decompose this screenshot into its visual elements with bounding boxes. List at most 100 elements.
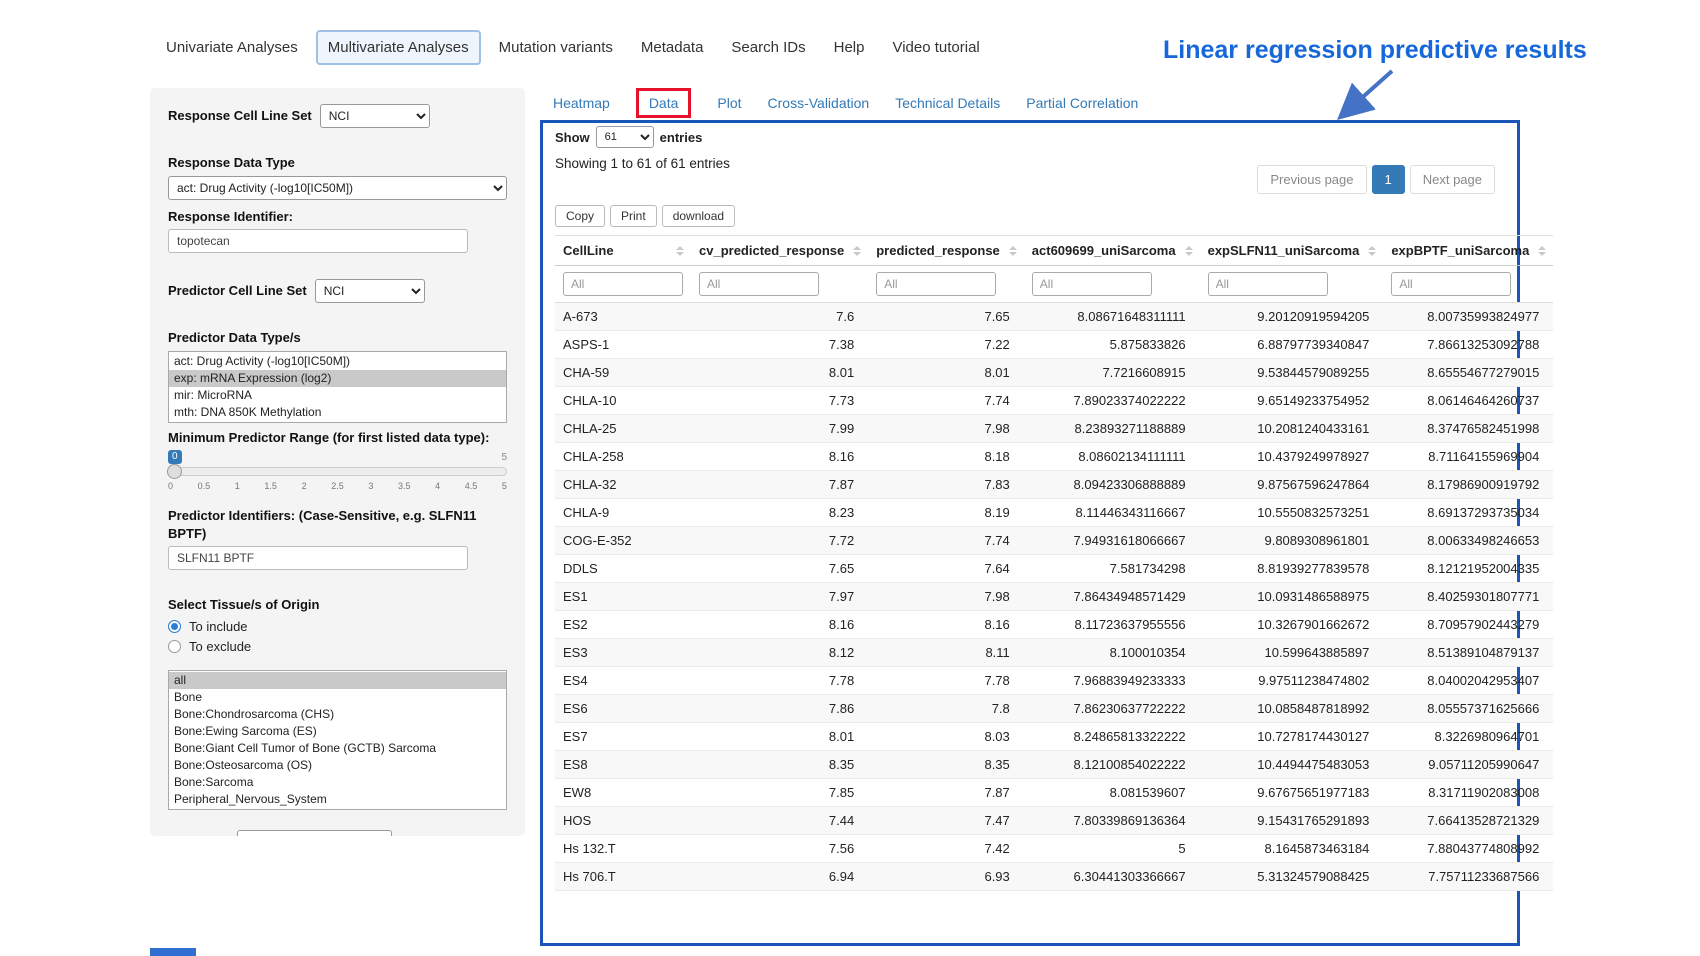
table-cell: 8.16 [868,611,1024,639]
column-header-cellline[interactable]: CellLine [555,236,691,266]
tissue-option-bone-chondrosarcoma-chs[interactable]: Bone:Chondrosarcoma (CHS) [169,706,506,723]
column-header-predicted-response[interactable]: predicted_response [868,236,1024,266]
filter-input-expslfn11-unisarcoma[interactable] [1208,272,1328,296]
response-identifier-input[interactable] [168,229,468,253]
next-page-button[interactable]: Next page [1410,165,1495,194]
column-label: CellLine [563,243,614,258]
tissue-option-peripheral-nervous-system[interactable]: Peripheral_Nervous_System [169,791,506,808]
min-predictor-range-slider[interactable]: 0 5 00.511.522.533.544.55 [168,450,507,491]
nav-item-help[interactable]: Help [824,32,875,63]
table-cell: HOS [555,807,691,835]
table-cell: 8.19 [868,499,1024,527]
table-cell: 8.23 [691,499,868,527]
filter-cell [1024,266,1200,303]
table-cell: 8.71164155969904 [1383,443,1553,471]
slider-track[interactable] [168,467,507,476]
nav-item-search-ids[interactable]: Search IDs [721,32,815,63]
tissue-listbox[interactable]: allBoneBone:Chondrosarcoma (CHS)Bone:Ewi… [168,670,507,810]
column-header-expslfn11-unisarcoma[interactable]: expSLFN11_uniSarcoma [1200,236,1384,266]
filter-input-expbptf-unisarcoma[interactable] [1391,272,1511,296]
table-cell: CHA-59 [555,359,691,387]
table-cell: 8.11723637955556 [1024,611,1200,639]
predictor-option-exp-mrna-expression-log2[interactable]: exp: mRNA Expression (log2) [169,370,506,387]
slider-tick: 2 [302,481,307,491]
table-cell: 9.67675651977183 [1200,779,1384,807]
table-row: ES17.977.987.8643494857142910.0931486588… [555,583,1553,611]
tab-partial-correlation[interactable]: Partial Correlation [1026,95,1138,111]
nav-item-univariate-analyses[interactable]: Univariate Analyses [156,32,308,63]
column-header-cv-predicted-response[interactable]: cv_predicted_response [691,236,868,266]
filter-input-cv-predicted-response[interactable] [699,272,819,296]
tissue-radio-to-exclude[interactable]: To exclude [168,639,507,654]
page-number-button[interactable]: 1 [1372,165,1405,194]
slider-handle[interactable] [167,464,182,479]
column-label: expSLFN11_uniSarcoma [1208,243,1360,258]
table-cell: 7.65 [868,303,1024,331]
filter-input-predicted-response[interactable] [876,272,996,296]
table-cell: 8.65554677279015 [1383,359,1553,387]
response-data-type-label: Response Data Type [168,154,507,172]
previous-page-button[interactable]: Previous page [1257,165,1366,194]
response-data-type-select[interactable]: act: Drug Activity (-log10[IC50M]) [168,176,507,200]
predictor-option-mir-microrna[interactable]: mir: MicroRNA [169,387,506,404]
tissue-option-bone-ewing-sarcoma-es[interactable]: Bone:Ewing Sarcoma (ES) [169,723,506,740]
table-row: Hs 706.T6.946.936.304413033666675.313245… [555,863,1553,891]
table-cell: 10.7278174430127 [1200,723,1384,751]
table-cell: Hs 132.T [555,835,691,863]
predictor-identifiers-input[interactable] [168,546,468,570]
entries-count-select[interactable]: 61 [596,126,654,148]
table-cell: 6.93 [868,863,1024,891]
filter-input-cellline[interactable] [563,272,683,296]
table-cell: CHLA-10 [555,387,691,415]
table-cell: 8.18 [868,443,1024,471]
tissue-option-all[interactable]: all [169,672,506,689]
tab-plot[interactable]: Plot [717,95,741,111]
table-cell: 8.081539607 [1024,779,1200,807]
table-cell: 8.01 [868,359,1024,387]
predictor-option-act-drug-activity-log10-ic50m[interactable]: act: Drug Activity (-log10[IC50M]) [169,353,506,370]
tissue-radio-to-include[interactable]: To include [168,619,507,634]
table-cell: 8.81939277839578 [1200,555,1384,583]
filter-input-act609699-unisarcoma[interactable] [1032,272,1152,296]
column-label: act609699_uniSarcoma [1032,243,1176,258]
tab-data[interactable]: Data [636,88,692,118]
copy-button[interactable]: Copy [555,205,605,227]
table-cell: 8.16 [691,611,868,639]
response-cell-line-set-select[interactable]: NCI [320,104,430,128]
response-identifier-label: Response Identifier: [168,208,507,226]
table-row: ES78.018.038.2486581332222210.7278174430… [555,723,1553,751]
nav-item-multivariate-analyses[interactable]: Multivariate Analyses [316,30,481,65]
table-cell: 9.05711205990647 [1383,751,1553,779]
print-button[interactable]: Print [610,205,657,227]
tissue-option-bone-sarcoma[interactable]: Bone:Sarcoma [169,774,506,791]
table-container: CellLine cv_predicted_response predicted_r… [555,235,1487,891]
column-label: predicted_response [876,243,1000,258]
download-button[interactable]: download [662,205,735,227]
table-row: Hs 132.T7.567.4258.16458734631847.880437… [555,835,1553,863]
predictor-cell-line-set-select[interactable]: NCI [315,279,425,303]
table-cell: 8.69137293735034 [1383,499,1553,527]
tissue-option-bone-giant-cell-tumor-of-bone-gctb-sarcoma[interactable]: Bone:Giant Cell Tumor of Bone (GCTB) Sar… [169,740,506,757]
tab-heatmap[interactable]: Heatmap [553,95,610,111]
tab-cross-validation[interactable]: Cross-Validation [768,95,870,111]
column-header-act609699-unisarcoma[interactable]: act609699_uniSarcoma [1024,236,1200,266]
table-cell: 7.56 [691,835,868,863]
show-entries-control: Show 61 entries [555,126,702,148]
tissue-option-bone[interactable]: Bone [169,689,506,706]
table-cell: 7.85 [691,779,868,807]
table-row: CHLA-107.737.747.890233740222229.6514923… [555,387,1553,415]
tab-technical-details[interactable]: Technical Details [895,95,1000,111]
table-cell: 7.96883949233333 [1024,667,1200,695]
slider-tick: 0 [168,481,173,491]
column-header-expbptf-unisarcoma[interactable]: expBPTF_uniSarcoma [1383,236,1553,266]
tissue-option-bone-osteosarcoma-os[interactable]: Bone:Osteosarcoma (OS) [169,757,506,774]
table-row: HOS7.447.477.803398691363649.15431765291… [555,807,1553,835]
table-cell: 8.11 [868,639,1024,667]
algorithm-select[interactable]: Linear Regression [237,830,392,836]
predictor-data-type-listbox[interactable]: act: Drug Activity (-log10[IC50M])exp: m… [168,351,507,423]
table-cell: 8.00735993824977 [1383,303,1553,331]
nav-item-metadata[interactable]: Metadata [631,32,714,63]
nav-item-mutation-variants[interactable]: Mutation variants [489,32,623,63]
nav-item-video-tutorial[interactable]: Video tutorial [882,32,989,63]
predictor-option-mth-dna-850k-methylation[interactable]: mth: DNA 850K Methylation [169,404,506,421]
